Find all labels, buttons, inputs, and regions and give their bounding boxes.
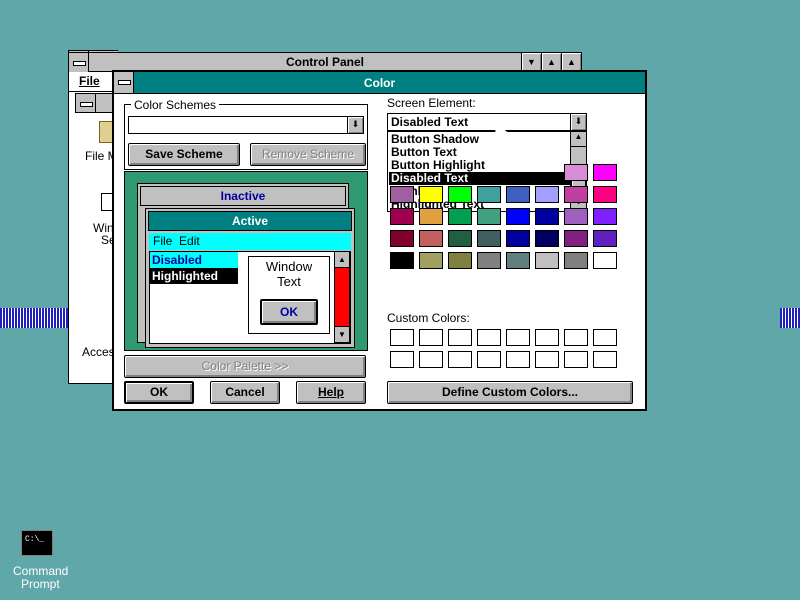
preview-window-text-line1: Window bbox=[265, 259, 313, 274]
basic-color-swatch[interactable] bbox=[419, 186, 443, 203]
basic-color-swatch[interactable] bbox=[564, 252, 588, 269]
basic-color-swatch[interactable] bbox=[477, 186, 501, 203]
custom-color-swatch[interactable] bbox=[419, 329, 443, 346]
menu-file[interactable]: File bbox=[79, 74, 100, 88]
basic-color-swatch[interactable] bbox=[448, 252, 472, 269]
cancel-button[interactable]: Cancel bbox=[210, 381, 280, 404]
dropdown-arrow-icon[interactable]: ⬇ bbox=[347, 116, 364, 134]
color-dialog-titlebar: Color bbox=[114, 72, 645, 94]
color-schemes-label: Color Schemes bbox=[131, 98, 220, 112]
color-schemes-combo[interactable]: ⬇ bbox=[128, 116, 364, 134]
custom-color-swatch[interactable] bbox=[448, 351, 472, 368]
preview-active-title: Active bbox=[231, 214, 269, 228]
basic-color-swatch[interactable] bbox=[448, 230, 472, 247]
preview-ok-button: OK bbox=[260, 299, 318, 325]
custom-color-swatch[interactable] bbox=[448, 329, 472, 346]
ok-button[interactable]: OK bbox=[124, 381, 194, 404]
preview-active-window: Active File Edit Disabled Highlighted Wi… bbox=[145, 208, 355, 348]
custom-color-swatch[interactable] bbox=[564, 351, 588, 368]
scheme-preview[interactable]: Inactive Active File Edit Disabled Highl… bbox=[124, 171, 368, 351]
custom-color-swatch[interactable] bbox=[477, 329, 501, 346]
basic-color-swatch[interactable] bbox=[535, 186, 559, 203]
custom-color-swatch[interactable] bbox=[535, 351, 559, 368]
basic-color-swatch[interactable] bbox=[535, 208, 559, 225]
basic-color-swatch[interactable] bbox=[535, 230, 559, 247]
dialog-title: Color bbox=[363, 76, 396, 90]
preview-menu-file: File bbox=[153, 234, 173, 248]
basic-color-swatch[interactable] bbox=[419, 252, 443, 269]
remove-scheme-button[interactable]: Remove Scheme bbox=[250, 143, 366, 166]
basic-color-swatch[interactable] bbox=[506, 208, 530, 225]
preview-highlighted-item: Highlighted bbox=[150, 268, 238, 284]
command-prompt-icon[interactable]: C:\_ bbox=[21, 530, 53, 556]
basic-color-swatch[interactable] bbox=[593, 252, 617, 269]
basic-color-swatch[interactable] bbox=[564, 208, 588, 225]
custom-color-swatch[interactable] bbox=[419, 351, 443, 368]
preview-window-text-line2: Text bbox=[277, 274, 301, 289]
screen-element-combo[interactable]: Disabled Text ⬇ bbox=[387, 113, 587, 131]
preview-inactive-title: Inactive bbox=[220, 189, 266, 203]
file-manager-icon[interactable] bbox=[99, 121, 113, 143]
basic-color-swatch[interactable] bbox=[506, 186, 530, 203]
color-palette-button[interactable]: Color Palette >> bbox=[124, 355, 366, 378]
save-scheme-button[interactable]: Save Scheme bbox=[128, 143, 240, 166]
basic-color-swatch[interactable] bbox=[564, 164, 588, 181]
basic-color-swatch[interactable] bbox=[593, 230, 617, 247]
custom-color-swatch[interactable] bbox=[390, 329, 414, 346]
custom-color-swatch[interactable] bbox=[390, 351, 414, 368]
menu-bar: File bbox=[69, 72, 117, 92]
basic-color-swatch[interactable] bbox=[593, 164, 617, 181]
screen-element-label: Screen Element: bbox=[387, 96, 476, 110]
preview-menu-edit: Edit bbox=[179, 234, 200, 248]
system-menu-icon[interactable] bbox=[114, 72, 134, 93]
custom-color-swatch[interactable] bbox=[593, 329, 617, 346]
icon-label: Acces bbox=[82, 345, 115, 359]
basic-color-swatch[interactable] bbox=[593, 208, 617, 225]
scroll-up-icon: ▲ bbox=[335, 252, 349, 268]
basic-color-swatch[interactable] bbox=[535, 252, 559, 269]
basic-color-swatch[interactable] bbox=[564, 186, 588, 203]
desktop-icon-label[interactable]: Prompt bbox=[21, 577, 60, 591]
basic-color-swatch[interactable] bbox=[390, 230, 414, 247]
custom-colors-label: Custom Colors: bbox=[387, 311, 470, 325]
basic-color-swatch[interactable] bbox=[448, 208, 472, 225]
basic-color-swatch[interactable] bbox=[390, 208, 414, 225]
desktop-stripe-right bbox=[780, 308, 800, 328]
custom-color-swatch[interactable] bbox=[593, 351, 617, 368]
window-title: Control Panel bbox=[285, 55, 364, 69]
basic-color-swatch[interactable] bbox=[390, 252, 414, 269]
basic-color-swatch[interactable] bbox=[564, 230, 588, 247]
basic-color-swatch[interactable] bbox=[506, 230, 530, 247]
preview-disabled-item: Disabled bbox=[150, 252, 238, 268]
system-menu-icon[interactable] bbox=[76, 94, 96, 112]
custom-color-swatch[interactable] bbox=[564, 329, 588, 346]
preview-window-text-box: Window Text OK bbox=[248, 256, 330, 334]
screen-element-value: Disabled Text bbox=[391, 115, 469, 129]
basic-color-swatch[interactable] bbox=[390, 186, 414, 203]
color-dialog[interactable]: Color Color Schemes ⬇ Save Scheme Remove… bbox=[112, 70, 647, 411]
basic-color-swatch[interactable] bbox=[419, 230, 443, 247]
custom-color-swatch[interactable] bbox=[477, 351, 501, 368]
scroll-up-icon[interactable]: ▲ bbox=[571, 132, 586, 147]
basic-color-swatch[interactable] bbox=[477, 230, 501, 247]
custom-color-swatch[interactable] bbox=[506, 351, 530, 368]
basic-color-swatch[interactable] bbox=[419, 208, 443, 225]
preview-menu-bar: File Edit bbox=[149, 233, 351, 250]
basic-color-swatch[interactable] bbox=[593, 186, 617, 203]
custom-color-swatch[interactable] bbox=[535, 329, 559, 346]
basic-color-swatch[interactable] bbox=[477, 208, 501, 225]
basic-color-swatch[interactable] bbox=[477, 252, 501, 269]
help-button[interactable]: Help bbox=[296, 381, 366, 404]
define-custom-colors-button[interactable]: Define Custom Colors... bbox=[387, 381, 633, 404]
preview-scrollbar: ▲ ▼ bbox=[334, 251, 350, 343]
basic-color-swatch[interactable] bbox=[506, 252, 530, 269]
custom-color-swatch[interactable] bbox=[506, 329, 530, 346]
desktop-icon-label[interactable]: Command bbox=[13, 564, 68, 578]
scroll-down-icon: ▼ bbox=[335, 326, 349, 342]
basic-color-swatch[interactable] bbox=[448, 186, 472, 203]
system-menu-icon[interactable] bbox=[69, 53, 89, 72]
dropdown-arrow-icon[interactable]: ⬇ bbox=[570, 113, 587, 131]
